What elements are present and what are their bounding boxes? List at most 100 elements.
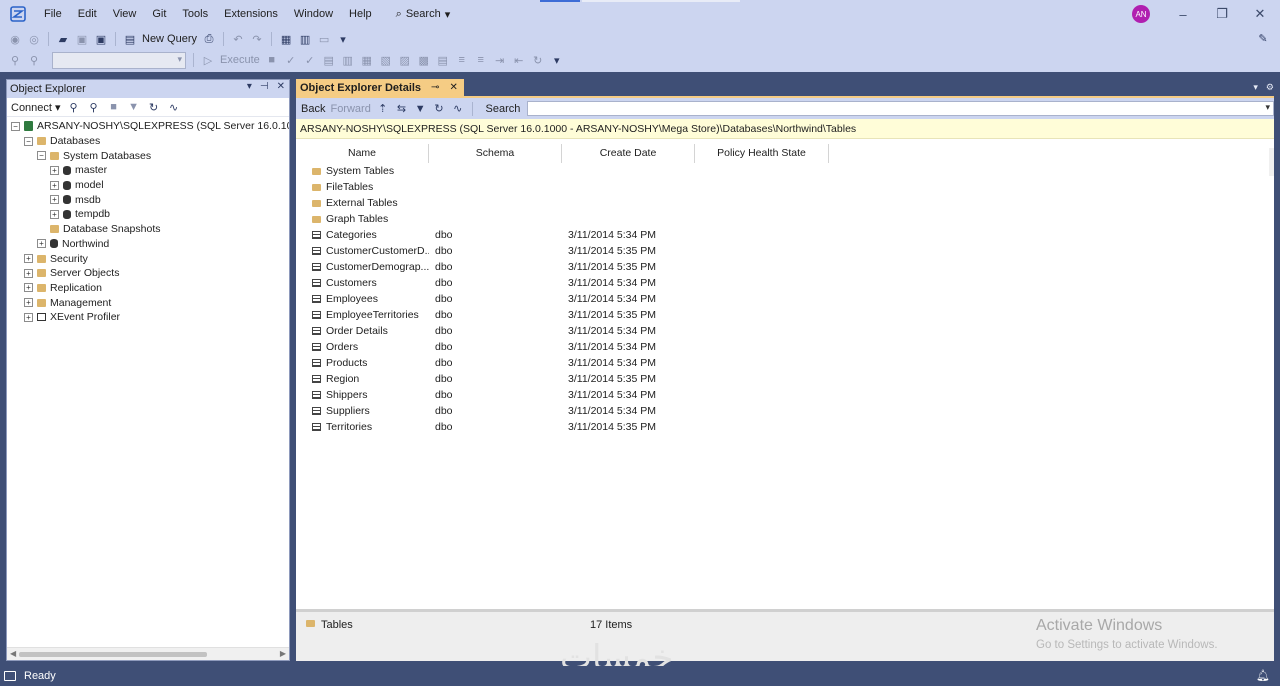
tree-node[interactable]: + Northwind (7, 237, 289, 252)
disconnect-plug-icon[interactable]: ⚲ (87, 100, 101, 114)
tree-node[interactable]: + Replication (7, 281, 289, 296)
menu-help[interactable]: Help (341, 0, 380, 28)
expand-icon[interactable]: + (24, 268, 33, 278)
expand-icon[interactable]: + (24, 298, 33, 308)
parse-icon[interactable]: ✓ (284, 53, 298, 67)
results-grid-icon[interactable]: ▩ (417, 53, 431, 67)
open-folder-icon[interactable]: ▰ (56, 32, 70, 46)
menu-window[interactable]: Window (286, 0, 341, 28)
indent-icon[interactable]: ⇥ (493, 53, 507, 67)
tab-object-explorer-details[interactable]: Object Explorer Details ⊸ ✕ (296, 79, 464, 96)
sync-icon[interactable]: ⇆ (395, 102, 409, 116)
results-file-icon[interactable]: ▤ (436, 53, 450, 67)
vertical-scrollbar[interactable] (1269, 148, 1274, 176)
expand-icon[interactable]: + (50, 180, 59, 190)
expand-icon[interactable]: + (24, 312, 33, 322)
close-window-button[interactable]: ✕ (1240, 0, 1280, 28)
scroll-left-icon[interactable]: ◀ (10, 649, 16, 658)
table-row[interactable]: Categories dbo 3/11/2014 5:34 PM (296, 227, 1274, 243)
menu-view[interactable]: View (105, 0, 145, 28)
refresh-icon[interactable]: ↻ (432, 102, 446, 116)
menu-git[interactable]: Git (144, 0, 174, 28)
table-row[interactable]: Territories dbo 3/11/2014 5:35 PM (296, 419, 1274, 435)
properties-icon[interactable]: ▥ (298, 32, 312, 46)
tree-node[interactable]: + Management (7, 295, 289, 310)
stop-icon[interactable]: ■ (265, 53, 279, 67)
connect-dropdown[interactable]: Connect ▾ (11, 101, 61, 114)
back-nav-icon[interactable]: ◉ (8, 32, 22, 46)
notification-bell-icon[interactable]: 🔔︎ (1256, 669, 1270, 682)
toolbox-icon[interactable]: ▭ (317, 32, 331, 46)
table-row[interactable]: Shippers dbo 3/11/2014 5:34 PM (296, 387, 1274, 403)
connect-plug-icon[interactable]: ⚲ (67, 100, 81, 114)
menu-file[interactable]: File (36, 0, 70, 28)
connect-icon[interactable]: ⚲ (8, 53, 22, 67)
table-row[interactable]: Region dbo 3/11/2014 5:35 PM (296, 371, 1274, 387)
results-text-icon[interactable]: ▨ (398, 53, 412, 67)
filter-icon[interactable]: ▼ (413, 102, 427, 116)
table-row[interactable]: Order Details dbo 3/11/2014 5:34 PM (296, 323, 1274, 339)
tree-node[interactable]: + msdb (7, 192, 289, 207)
debug-icon[interactable]: ✓ (303, 53, 317, 67)
collapse-icon[interactable]: − (37, 151, 46, 161)
column-header-policy-health[interactable]: Policy Health State (695, 144, 829, 163)
up-folder-icon[interactable]: ⇡ (376, 102, 390, 116)
tree-node[interactable]: + master (7, 163, 289, 178)
refresh-icon[interactable]: ↻ (147, 100, 161, 114)
forward-nav-icon[interactable]: ◎ (27, 32, 41, 46)
pin-icon[interactable]: ⊸ (431, 82, 439, 93)
tree-node[interactable]: Database Snapshots (7, 222, 289, 237)
activity-icon[interactable]: ∿ (451, 102, 465, 116)
panel-dropdown-icon[interactable]: ▾ (247, 81, 252, 92)
collapse-icon[interactable]: − (11, 121, 20, 131)
filter-icon[interactable]: ▼ (127, 100, 141, 114)
horizontal-scrollbar[interactable]: ◀ ▶ (7, 647, 289, 660)
table-row[interactable]: CustomerDemograp... dbo 3/11/2014 5:35 PM (296, 259, 1274, 275)
tree-node[interactable]: − System Databases (7, 148, 289, 163)
column-header-create-date[interactable]: Create Date (562, 144, 695, 163)
tab-list-icon[interactable]: ▾ (1253, 82, 1258, 93)
tree-node[interactable]: − ARSANY-NOSHY\SQLEXPRESS (SQL Server 16.… (7, 119, 289, 134)
display-plan-icon[interactable]: ▤ (322, 53, 336, 67)
new-query-button[interactable]: New Query (142, 33, 197, 45)
table-row[interactable]: EmployeeTerritories dbo 3/11/2014 5:35 PM (296, 307, 1274, 323)
overflow-icon[interactable]: ▾ (550, 53, 564, 67)
expand-icon[interactable]: + (50, 165, 59, 175)
expand-icon[interactable]: + (50, 195, 59, 205)
column-header-name[interactable]: Name (296, 144, 429, 163)
table-row[interactable]: Employees dbo 3/11/2014 5:34 PM (296, 291, 1274, 307)
tree-node[interactable]: + Server Objects (7, 266, 289, 281)
database-selector[interactable] (52, 51, 186, 69)
outdent-icon[interactable]: ⇤ (512, 53, 526, 67)
expand-icon[interactable]: + (24, 254, 33, 264)
feedback-icon[interactable]: ✎ (1256, 31, 1270, 45)
comment-icon[interactable]: ≡ (455, 53, 469, 67)
column-header-schema[interactable]: Schema (429, 144, 562, 163)
table-row[interactable]: System Tables (296, 163, 1274, 179)
activity-monitor-icon[interactable]: ▦ (279, 32, 293, 46)
close-tab-icon[interactable]: ✕ (449, 82, 457, 93)
settings-gear-icon[interactable]: ⚙ (1266, 82, 1274, 93)
disconnect-icon[interactable]: ⚲ (27, 53, 41, 67)
menu-extensions[interactable]: Extensions (216, 0, 286, 28)
specify-values-icon[interactable]: ↻ (531, 53, 545, 67)
details-search-input[interactable] (527, 101, 1274, 116)
menu-tools[interactable]: Tools (174, 0, 216, 28)
table-row[interactable]: CustomerCustomerD... dbo 3/11/2014 5:35 PM (296, 243, 1274, 259)
table-row[interactable]: Customers dbo 3/11/2014 5:34 PM (296, 275, 1274, 291)
tree-node[interactable]: − Databases (7, 134, 289, 149)
uncomment-icon[interactable]: ≡ (474, 53, 488, 67)
table-row[interactable]: External Tables (296, 195, 1274, 211)
scroll-thumb[interactable] (19, 652, 207, 657)
table-row[interactable]: FileTables (296, 179, 1274, 195)
query-designer-icon[interactable]: ▥ (341, 53, 355, 67)
restore-button[interactable]: ❐ (1202, 0, 1242, 28)
execute-button[interactable]: Execute (220, 54, 260, 66)
save-icon[interactable]: ▣ (75, 32, 89, 46)
include-plan-icon[interactable]: ▦ (360, 53, 374, 67)
tree-node[interactable]: + tempdb (7, 207, 289, 222)
expand-icon[interactable]: + (50, 209, 59, 219)
redo-icon[interactable]: ↷ (250, 32, 264, 46)
minimize-button[interactable]: – (1163, 0, 1203, 28)
pin-icon[interactable]: ⊣ (260, 81, 269, 92)
